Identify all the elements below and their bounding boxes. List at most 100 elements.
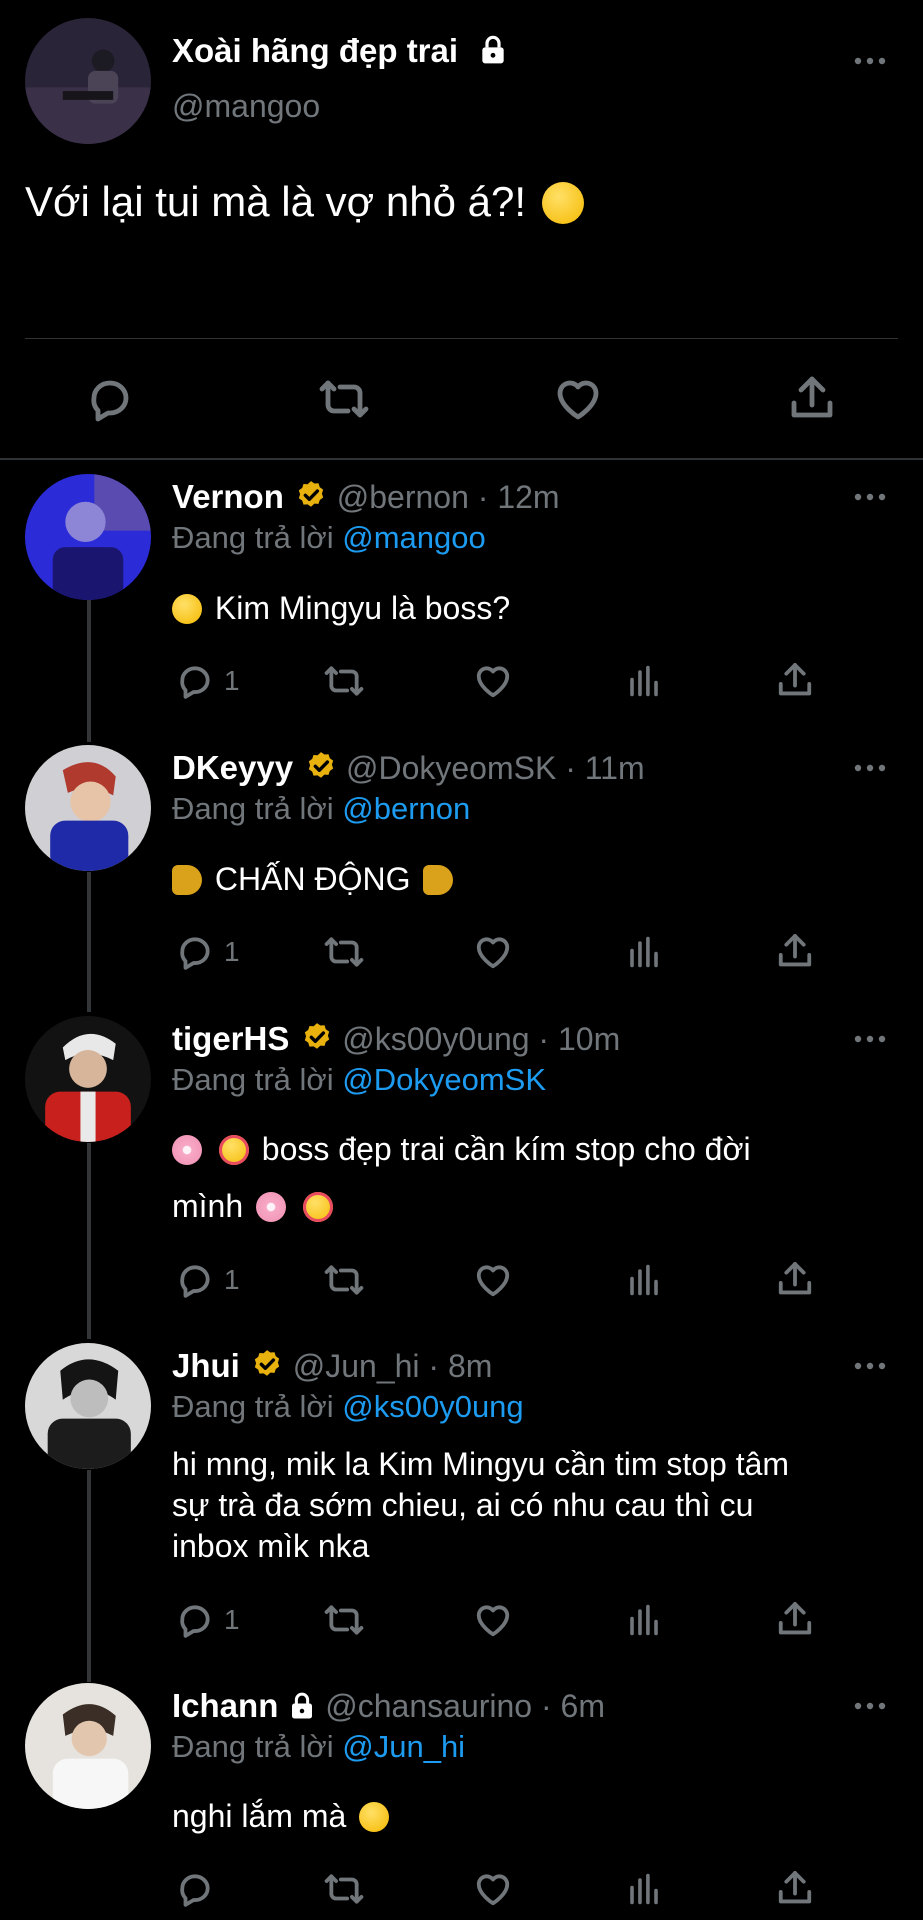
views-icon xyxy=(630,1264,658,1296)
main-retweet-button[interactable] xyxy=(318,375,370,423)
retweet-button[interactable] xyxy=(322,1870,366,1908)
avatar-tigerhs[interactable] xyxy=(25,1016,151,1142)
avatar-vernon[interactable] xyxy=(25,474,151,600)
reply-icon xyxy=(180,1605,210,1638)
replying-to-label: Đang trả lời xyxy=(172,1729,334,1764)
reply-count: 1 xyxy=(224,936,240,967)
verified-badge-icon xyxy=(300,1021,334,1060)
eye-roll-emoji xyxy=(172,594,202,624)
smiling-hearts-emoji xyxy=(302,1192,333,1222)
share-icon xyxy=(791,376,833,418)
thread-line xyxy=(87,600,91,742)
more-options-icon[interactable] xyxy=(853,1689,887,1723)
smiling-hearts-emoji xyxy=(218,1135,249,1165)
share-icon xyxy=(778,1871,812,1904)
main-like-button[interactable] xyxy=(554,375,602,423)
user-name[interactable]: Vernon xyxy=(172,478,284,515)
like-icon xyxy=(557,380,599,420)
like-button[interactable] xyxy=(474,1261,512,1299)
cherry-blossom-emoji xyxy=(172,1135,202,1165)
main-reply-button[interactable] xyxy=(86,375,134,423)
avatar-jhui[interactable] xyxy=(25,1343,151,1469)
reply-icon xyxy=(180,937,210,970)
views-icon xyxy=(630,936,658,968)
handle-time[interactable]: @ks00y0ung · 10m xyxy=(342,1021,620,1057)
like-button[interactable] xyxy=(474,662,512,700)
handle-time[interactable]: @bernon · 12m xyxy=(337,479,560,515)
main-user-handle[interactable]: @mangoo xyxy=(172,88,320,125)
retweet-button[interactable] xyxy=(322,1601,366,1639)
reply-text-body: Kim Mingyu là boss? xyxy=(214,590,511,626)
share-button[interactable] xyxy=(776,1868,814,1908)
replying-to-link[interactable]: @ks00y0ung xyxy=(342,1389,523,1424)
reply-button[interactable]: 1 xyxy=(176,1601,240,1639)
main-share-button[interactable] xyxy=(788,373,836,423)
user-name[interactable]: DKeyyy xyxy=(172,749,293,786)
share-button[interactable] xyxy=(776,1259,814,1299)
share-icon xyxy=(778,663,812,696)
more-options-icon[interactable] xyxy=(853,751,887,785)
replying-to-link[interactable]: @Jun_hi xyxy=(342,1729,465,1764)
reply-button[interactable]: 1 xyxy=(176,933,240,971)
main-user-name[interactable]: Xoài hãng đẹp trai xyxy=(172,32,509,74)
lock-icon xyxy=(287,1691,317,1726)
verified-badge-icon xyxy=(250,1348,284,1387)
share-button[interactable] xyxy=(776,1599,814,1639)
retweet-button[interactable] xyxy=(322,933,366,971)
views-button[interactable] xyxy=(626,933,662,971)
reply-icon xyxy=(91,380,129,422)
more-options-icon[interactable] xyxy=(853,1022,887,1056)
reply-button[interactable]: 1 xyxy=(176,1261,240,1299)
reply-button[interactable] xyxy=(176,1870,214,1908)
replying-to: Đang trả lời @Jun_hi xyxy=(172,1729,465,1765)
replying-to-link[interactable]: @DokyeomSK xyxy=(342,1062,546,1097)
user-name[interactable]: tigerHS xyxy=(172,1020,289,1057)
like-button[interactable] xyxy=(474,933,512,971)
reply-text-line: sự trà đa sớm chieu, ai có nhu cau thì c… xyxy=(172,1487,754,1523)
megaphone-emoji xyxy=(172,865,202,895)
main-tweet-text: Với lại tui mà là vợ nhỏ á?! xyxy=(25,178,588,226)
like-icon xyxy=(476,1265,510,1297)
thread-line xyxy=(87,1470,91,1682)
more-options-icon[interactable] xyxy=(853,1349,887,1383)
replying-to-link[interactable]: @mangoo xyxy=(342,520,486,555)
divider xyxy=(25,338,898,339)
share-button[interactable] xyxy=(776,931,814,971)
like-button[interactable] xyxy=(474,1601,512,1639)
reply-text-line: hi mng, mik la Kim Mingyu cần tim stop t… xyxy=(172,1446,790,1482)
reply-icon xyxy=(180,1874,210,1907)
thread-line xyxy=(87,1143,91,1339)
views-button[interactable] xyxy=(626,1261,662,1299)
reply-button[interactable]: 1 xyxy=(176,662,240,700)
handle-time[interactable]: @Jun_hi · 8m xyxy=(293,1348,493,1384)
retweet-button[interactable] xyxy=(322,1261,366,1299)
replying-to: Đang trả lời @bernon xyxy=(172,791,470,827)
share-icon xyxy=(778,1602,812,1635)
avatar-dkeyyy[interactable] xyxy=(25,745,151,871)
relieved-face-emoji xyxy=(359,1802,390,1832)
reply-text: nghi lắm mà xyxy=(172,1796,393,1837)
retweet-icon xyxy=(324,937,364,967)
more-options-icon[interactable] xyxy=(853,480,887,514)
reply-text-line: boss đẹp trai cần kím stop cho đời xyxy=(261,1131,751,1167)
handle-time[interactable]: @DokyeomSK · 11m xyxy=(346,750,645,786)
user-name[interactable]: Jhui xyxy=(172,1347,240,1384)
retweet-button[interactable] xyxy=(322,662,366,700)
section-divider xyxy=(0,458,923,460)
views-button[interactable] xyxy=(626,662,662,700)
share-icon xyxy=(778,934,812,967)
more-options-icon[interactable] xyxy=(853,44,887,78)
retweet-icon xyxy=(324,666,364,696)
handle-time[interactable]: @chansaurino · 6m xyxy=(325,1688,605,1724)
like-icon xyxy=(476,937,510,969)
share-button[interactable] xyxy=(776,660,814,700)
like-button[interactable] xyxy=(474,1870,512,1908)
replying-to-link[interactable]: @bernon xyxy=(342,791,470,826)
views-button[interactable] xyxy=(626,1870,662,1908)
reply-text: hi mng, mik la Kim Mingyu cần tim stop t… xyxy=(172,1444,789,1567)
main-tweet-text-body: Với lại tui mà là vợ nhỏ á?! xyxy=(25,178,526,225)
avatar-ichann[interactable] xyxy=(25,1683,151,1809)
user-name[interactable]: Ichann xyxy=(172,1687,278,1724)
avatar-main-user[interactable] xyxy=(25,18,151,144)
views-button[interactable] xyxy=(626,1601,662,1639)
